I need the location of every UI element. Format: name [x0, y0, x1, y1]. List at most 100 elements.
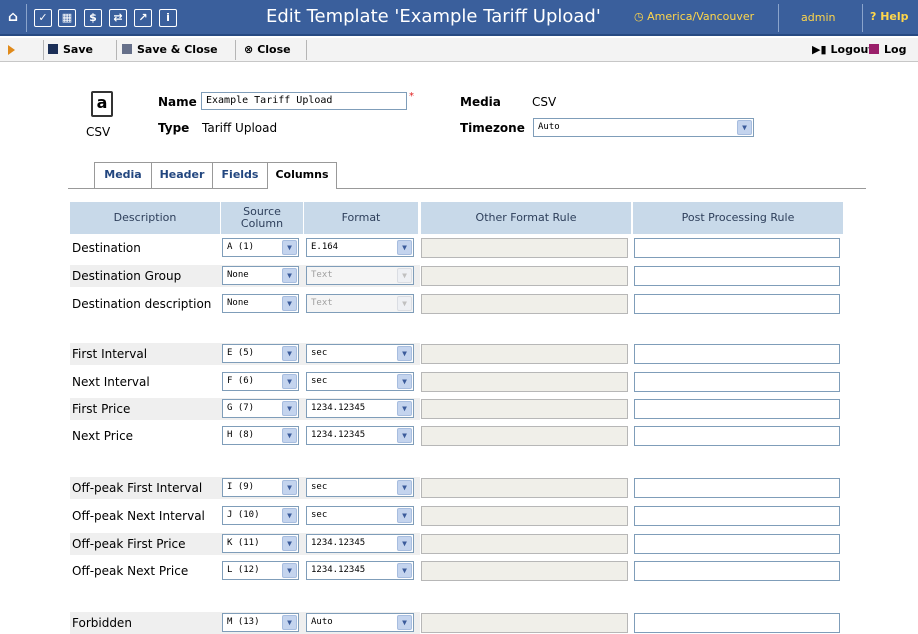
chevron-down-icon: ▼ — [737, 120, 752, 135]
format-select[interactable]: sec ▼ — [306, 478, 414, 497]
divider — [778, 4, 779, 32]
source-column-value: K (11) — [227, 538, 260, 548]
save-label: Save — [63, 43, 93, 56]
post-processing-rule-input[interactable] — [634, 561, 840, 581]
format-select: Text ▼ — [306, 294, 414, 313]
chevron-down-icon: ▼ — [282, 374, 297, 389]
post-processing-rule-input[interactable] — [634, 344, 840, 364]
checkbox-icon[interactable]: ✓ — [34, 9, 52, 27]
logout-label: Logout — [830, 43, 874, 56]
format-select[interactable]: sec ▼ — [306, 372, 414, 391]
chart-icon[interactable]: ↗ — [134, 9, 152, 27]
post-processing-rule-input[interactable] — [634, 399, 840, 419]
page-title: Edit Template 'Example Tariff Upload' — [266, 6, 601, 27]
source-column-select[interactable]: K (11) ▼ — [222, 534, 299, 553]
log-button[interactable]: Log — [869, 38, 906, 62]
format-value: Auto — [311, 617, 333, 627]
save-button[interactable]: Save — [48, 38, 93, 62]
source-column-select[interactable]: None ▼ — [222, 266, 299, 285]
name-input[interactable]: Example Tariff Upload — [201, 92, 407, 110]
chevron-down-icon: ▼ — [397, 296, 412, 311]
source-column-select[interactable]: E (5) ▼ — [222, 344, 299, 363]
post-processing-rule-input[interactable] — [634, 506, 840, 526]
chevron-down-icon: ▼ — [397, 401, 412, 416]
row-description: Next Interval — [72, 375, 150, 389]
play-icon[interactable] — [8, 45, 15, 55]
post-processing-rule-input[interactable] — [634, 372, 840, 392]
chevron-down-icon: ▼ — [397, 508, 412, 523]
transfer-icon[interactable]: ⇄ — [109, 9, 127, 27]
other-format-rule-input — [421, 294, 628, 314]
source-column-select[interactable]: J (10) ▼ — [222, 506, 299, 525]
info-icon[interactable]: i — [159, 9, 177, 27]
post-processing-rule-input[interactable] — [634, 478, 840, 498]
source-column-select[interactable]: L (12) ▼ — [222, 561, 299, 580]
post-processing-rule-input[interactable] — [634, 534, 840, 554]
log-icon — [869, 44, 879, 54]
row-description: Off-peak First Interval — [72, 481, 203, 495]
close-button[interactable]: ⊗ Close — [244, 38, 291, 62]
tab-media[interactable]: Media — [94, 162, 152, 188]
grid-icon[interactable]: ▦ — [58, 9, 76, 27]
source-column-select[interactable]: G (7) ▼ — [222, 399, 299, 418]
logout-icon: ▶▮ — [812, 43, 827, 56]
tab-fields[interactable]: Fields — [212, 162, 268, 188]
format-select[interactable]: sec ▼ — [306, 506, 414, 525]
other-format-rule-input — [421, 238, 628, 258]
post-processing-rule-input[interactable] — [634, 266, 840, 286]
home-icon[interactable]: ⌂ — [4, 9, 22, 27]
source-column-value: L (12) — [227, 565, 260, 575]
format-select[interactable]: 1234.12345 ▼ — [306, 534, 414, 553]
dollar-icon[interactable]: $ — [84, 9, 102, 27]
source-column-select[interactable]: H (8) ▼ — [222, 426, 299, 445]
format-value: 1234.12345 — [311, 403, 366, 413]
chevron-down-icon: ▼ — [397, 536, 412, 551]
divider — [306, 40, 307, 60]
logout-button[interactable]: ▶▮ Logout — [812, 38, 874, 62]
save-close-button[interactable]: Save & Close — [122, 38, 218, 62]
required-marker: * — [409, 91, 414, 102]
format-select[interactable]: 1234.12345 ▼ — [306, 399, 414, 418]
format-select: Text ▼ — [306, 266, 414, 285]
timezone-text: America/Vancouver — [647, 10, 755, 23]
format-value: Text — [311, 270, 333, 280]
row-description: Off-peak Next Price — [72, 564, 189, 578]
chevron-down-icon: ▼ — [397, 563, 412, 578]
format-value: sec — [311, 376, 328, 386]
chevron-down-icon: ▼ — [282, 240, 297, 255]
post-processing-rule-input[interactable] — [634, 294, 840, 314]
close-icon: ⊗ — [244, 43, 254, 56]
format-select[interactable]: E.164 ▼ — [306, 238, 414, 257]
type-value: Tariff Upload — [202, 121, 278, 135]
format-select[interactable]: Auto ▼ — [306, 613, 414, 632]
help-link[interactable]: ? Help — [870, 10, 909, 23]
timezone-link[interactable]: ◷ America/Vancouver — [634, 10, 754, 23]
source-column-select[interactable]: A (1) ▼ — [222, 238, 299, 257]
source-column-value: F (6) — [227, 376, 255, 386]
source-column-value: None — [227, 270, 249, 280]
post-processing-rule-input[interactable] — [634, 426, 840, 446]
post-processing-rule-input[interactable] — [634, 238, 840, 258]
row-description: Destination description — [72, 297, 212, 311]
tab-header[interactable]: Header — [151, 162, 213, 188]
source-column-select[interactable]: M (13) ▼ — [222, 613, 299, 632]
post-processing-rule-input[interactable] — [634, 613, 840, 633]
format-select[interactable]: sec ▼ — [306, 344, 414, 363]
timezone-select[interactable]: Auto ▼ — [533, 118, 754, 137]
format-select[interactable]: 1234.12345 ▼ — [306, 561, 414, 580]
row-description: First Interval — [72, 347, 148, 361]
source-column-value: G (7) — [227, 403, 255, 413]
column-header-post-processing-rule: Post Processing Rule — [633, 202, 843, 234]
tab-columns[interactable]: Columns — [267, 162, 337, 189]
media-label: Media — [460, 95, 501, 109]
source-column-select[interactable]: I (9) ▼ — [222, 478, 299, 497]
user-name[interactable]: admin — [801, 11, 835, 24]
source-column-select[interactable]: F (6) ▼ — [222, 372, 299, 391]
chevron-down-icon: ▼ — [282, 480, 297, 495]
help-label: Help — [880, 10, 909, 23]
source-column-select[interactable]: None ▼ — [222, 294, 299, 313]
log-label: Log — [884, 43, 907, 56]
chevron-down-icon: ▼ — [282, 563, 297, 578]
divider — [862, 4, 863, 32]
format-select[interactable]: 1234.12345 ▼ — [306, 426, 414, 445]
